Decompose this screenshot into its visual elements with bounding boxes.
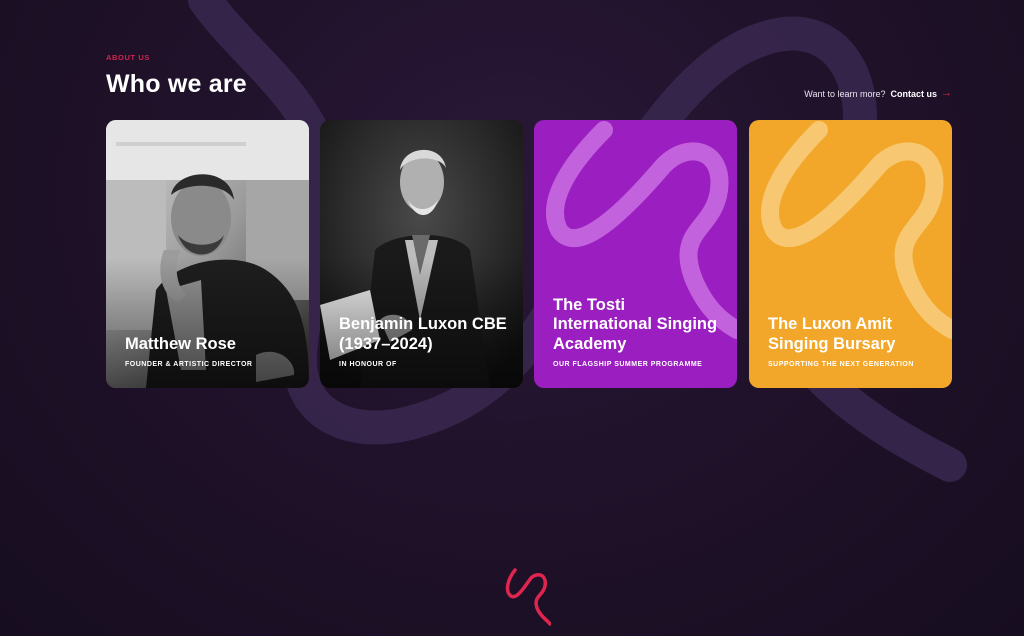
arrow-right-icon: → — [941, 87, 952, 99]
card-shade — [106, 258, 309, 388]
card-tosti-academy[interactable]: The Tosti International Singing Academy … — [534, 120, 737, 388]
card-subtitle: SUPPORTING THE NEXT GENERATION — [768, 361, 914, 368]
card-name: The Luxon Amit Singing Bursary — [768, 315, 896, 353]
contact-us-link[interactable]: Contact us → — [890, 88, 952, 99]
card-benjamin-luxon[interactable]: Benjamin Luxon CBE (1937–2024) IN HONOUR… — [320, 120, 523, 388]
card-matthew-rose[interactable]: Matthew Rose FOUNDER & ARTISTIC DIRECTOR — [106, 120, 309, 388]
cards-row: Matthew Rose FOUNDER & ARTISTIC DIRECTOR — [106, 120, 952, 388]
card-subtitle: OUR FLAGSHIP SUMMER PROGRAMME — [553, 361, 703, 368]
card-luxon-amit-bursary[interactable]: The Luxon Amit Singing Bursary SUPPORTIN… — [749, 120, 952, 388]
squiggle-logo-icon[interactable] — [503, 566, 551, 628]
contact-us-label: Contact us — [890, 88, 937, 99]
learn-more: Want to learn more? Contact us → — [804, 88, 952, 99]
section-title: Who we are — [106, 70, 247, 98]
card-subtitle: FOUNDER & ARTISTIC DIRECTOR — [125, 361, 253, 368]
card-name: The Tosti International Singing Academy — [553, 295, 718, 353]
learn-more-text: Want to learn more? — [804, 88, 886, 99]
card-subtitle: IN HONOUR OF — [339, 361, 397, 368]
card-name: Matthew Rose — [125, 334, 236, 353]
card-name: Benjamin Luxon CBE (1937–2024) — [339, 315, 507, 353]
section-eyebrow: ABOUT US — [106, 53, 150, 62]
